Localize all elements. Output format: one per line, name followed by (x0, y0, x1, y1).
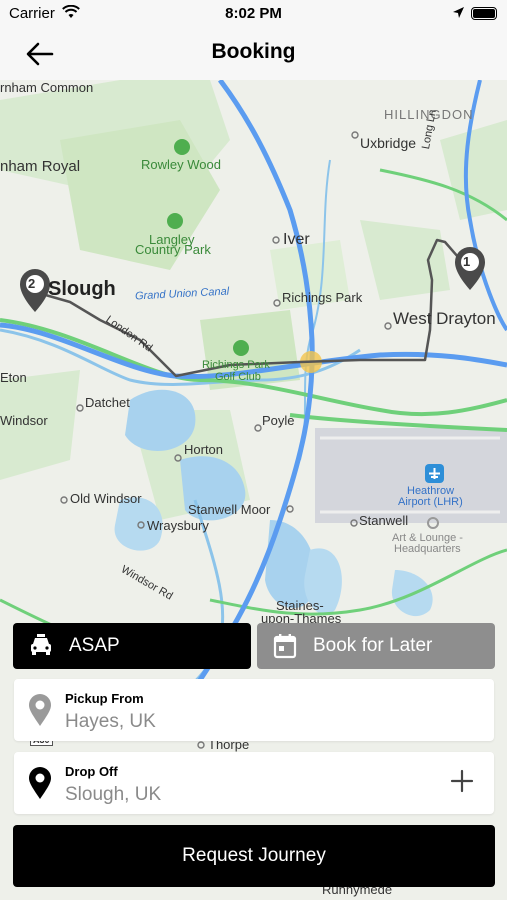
map-label: Wraysbury (147, 518, 209, 533)
pickup-label: Pickup From (65, 691, 144, 706)
dropoff-field[interactable]: Drop Off Slough, UK (14, 752, 494, 814)
map-label: rnham Common (0, 80, 94, 95)
map-label: Country Park (135, 242, 211, 257)
request-journey-button[interactable]: Request Journey (13, 825, 495, 887)
dropoff-value: Slough, UK (65, 784, 162, 805)
map-label: Airport (LHR) (398, 496, 463, 508)
dropoff-label: Drop Off (65, 764, 118, 779)
map-label: Golf Club (215, 371, 261, 383)
map-label: Slough (48, 278, 116, 300)
map-label: Poyle (262, 413, 295, 428)
clock: 8:02 PM (225, 5, 282, 22)
map-pin-icon (29, 767, 51, 799)
asap-button[interactable]: ASAP (13, 623, 251, 669)
book-later-button[interactable]: Book for Later (257, 623, 495, 669)
car-icon (31, 634, 51, 655)
battery-icon (471, 7, 497, 20)
map-label: Uxbridge (360, 135, 417, 151)
map-label: Eton (0, 370, 27, 385)
map-pin-icon (29, 694, 51, 726)
pickup-value: Hayes, UK (65, 711, 156, 732)
page-title: Booking (211, 40, 296, 63)
map-marker-1-number: 1 (463, 254, 471, 269)
map-label: Horton (184, 442, 224, 457)
map-label: West Drayton (393, 309, 496, 328)
map-label: Stanwell (359, 513, 409, 528)
map-label: Headquarters (394, 543, 461, 555)
nav-bar: Booking (0, 28, 507, 81)
map-label: Datchet (85, 395, 130, 410)
location-arrow-icon (453, 7, 464, 18)
map-label: Richings Park (202, 359, 270, 371)
status-bar: Carrier 8:02 PM (0, 0, 507, 28)
map-marker-2-number: 2 (28, 276, 36, 291)
calendar-icon (273, 634, 297, 659)
pickup-field[interactable]: Pickup From Hayes, UK (14, 679, 494, 741)
asap-label: ASAP (69, 635, 120, 656)
map-label: Iver (283, 231, 310, 248)
map-label: Stanwell Moor (188, 502, 271, 517)
map-label: Old Windsor (70, 491, 142, 506)
book-later-label: Book for Later (313, 635, 433, 656)
map-label: Rowley Wood (141, 157, 221, 172)
map-label: Richings Park (282, 290, 363, 305)
map-label: Windsor (0, 413, 48, 428)
plus-icon[interactable] (450, 769, 474, 793)
map-label: nham Royal (0, 158, 81, 175)
